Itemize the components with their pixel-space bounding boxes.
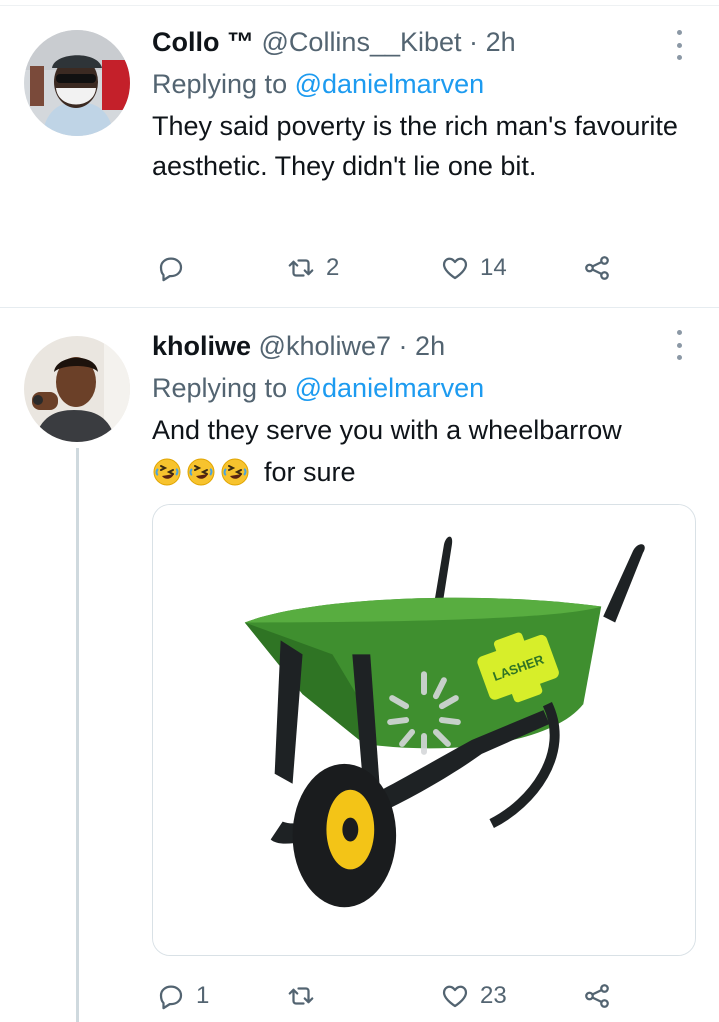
mention-link[interactable]: @danielmarven <box>295 373 485 403</box>
tweet-header: Collo ™ @Collins__Kibet · 2h <box>152 24 689 60</box>
action-bar: 1 23 <box>152 976 632 1016</box>
more-icon[interactable] <box>669 30 689 60</box>
share-button[interactable] <box>582 976 612 1016</box>
like-count: 14 <box>480 254 507 281</box>
mention-link[interactable]: @danielmarven <box>295 69 485 99</box>
rolling-on-floor-laughing-icon <box>152 457 182 487</box>
avatar[interactable] <box>24 336 130 442</box>
like-button[interactable]: 14 <box>440 248 507 288</box>
tweet-text: And they serve you with a wheelbarrow <box>152 415 622 445</box>
emoji-row: for sure <box>152 452 689 492</box>
dot-separator: · <box>469 27 479 57</box>
like-count: 23 <box>480 982 507 1009</box>
tweet[interactable]: kholiwe @kholiwe7 · 2h Replying to @dani… <box>0 308 719 1022</box>
share-button[interactable] <box>582 248 612 288</box>
reply-count: 1 <box>196 982 210 1009</box>
display-name[interactable]: Collo ™ <box>152 27 254 57</box>
share-icon <box>582 981 612 1011</box>
tweet-content: Collo ™ @Collins__Kibet · 2h Replying to… <box>152 24 689 186</box>
action-bar: 2 14 <box>152 248 632 288</box>
reply-button[interactable]: 1 <box>156 976 209 1016</box>
tweet-text: They said poverty is the rich man's favo… <box>152 111 678 181</box>
timestamp[interactable]: 2h <box>486 27 516 57</box>
rolling-on-floor-laughing-icon <box>186 457 216 487</box>
like-button[interactable]: 23 <box>440 976 507 1016</box>
replying-to: Replying to @danielmarven <box>152 66 689 104</box>
retweet-count: 2 <box>326 254 340 281</box>
heart-icon <box>440 981 470 1011</box>
replying-prefix: Replying to <box>152 69 288 99</box>
tweet[interactable]: Collo ™ @Collins__Kibet · 2h Replying to… <box>0 0 719 308</box>
tweet-text-suffix: for sure <box>264 456 356 487</box>
timestamp[interactable]: 2h <box>415 331 445 361</box>
reply-icon <box>156 253 186 283</box>
retweet-button[interactable] <box>286 976 326 1016</box>
retweet-icon <box>286 253 316 283</box>
handle[interactable]: @Collins__Kibet <box>262 27 462 57</box>
tweet-media[interactable]: LASHER <box>152 504 696 956</box>
reply-button[interactable] <box>156 248 196 288</box>
retweet-icon <box>286 981 316 1011</box>
tweet-content: kholiwe @kholiwe7 · 2h Replying to @dani… <box>152 328 689 492</box>
heart-icon <box>440 253 470 283</box>
tweet-header: kholiwe @kholiwe7 · 2h <box>152 328 689 364</box>
thread-line <box>76 448 79 1022</box>
retweet-button[interactable]: 2 <box>286 248 339 288</box>
more-icon[interactable] <box>669 330 689 360</box>
avatar[interactable] <box>24 30 130 136</box>
handle[interactable]: @kholiwe7 <box>259 331 391 361</box>
display-name[interactable]: kholiwe <box>152 331 251 361</box>
dot-separator: · <box>398 331 408 361</box>
share-icon <box>582 253 612 283</box>
replying-prefix: Replying to <box>152 373 288 403</box>
replying-to: Replying to @danielmarven <box>152 370 689 408</box>
reply-icon <box>156 981 186 1011</box>
rolling-on-floor-laughing-icon <box>220 457 250 487</box>
